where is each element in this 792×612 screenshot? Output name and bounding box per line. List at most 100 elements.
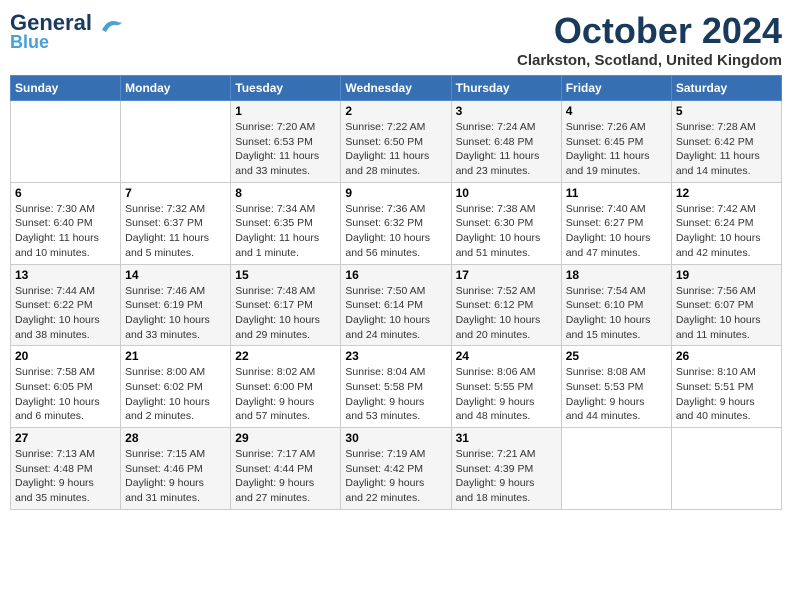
day-info: Sunrise: 7:58 AM Sunset: 6:05 PM Dayligh… xyxy=(15,365,116,424)
day-info: Sunrise: 7:26 AM Sunset: 6:45 PM Dayligh… xyxy=(566,120,667,179)
day-number: 17 xyxy=(456,268,557,282)
day-info: Sunrise: 7:46 AM Sunset: 6:19 PM Dayligh… xyxy=(125,284,226,343)
day-cell: 16Sunrise: 7:50 AM Sunset: 6:14 PM Dayli… xyxy=(341,264,451,346)
day-number: 16 xyxy=(345,268,446,282)
day-info: Sunrise: 8:02 AM Sunset: 6:00 PM Dayligh… xyxy=(235,365,336,424)
day-number: 14 xyxy=(125,268,226,282)
day-info: Sunrise: 7:38 AM Sunset: 6:30 PM Dayligh… xyxy=(456,202,557,261)
day-info: Sunrise: 7:15 AM Sunset: 4:46 PM Dayligh… xyxy=(125,447,226,506)
day-info: Sunrise: 7:42 AM Sunset: 6:24 PM Dayligh… xyxy=(676,202,777,261)
day-cell: 4 Sunrise: 7:26 AM Sunset: 6:45 PM Daylig… xyxy=(561,101,671,183)
day-cell: 2Sunrise: 7:22 AM Sunset: 6:50 PM Daylig… xyxy=(341,101,451,183)
day-info: Sunrise: 7:21 AM Sunset: 4:39 PM Dayligh… xyxy=(456,447,557,506)
week-row-2: 6 Sunrise: 7:30 AM Sunset: 6:40 PM Daylig… xyxy=(11,182,782,264)
day-number: 15 xyxy=(235,268,336,282)
day-info: Sunrise: 7:17 AM Sunset: 4:44 PM Dayligh… xyxy=(235,447,336,506)
day-number: 27 xyxy=(15,431,116,445)
weekday-header-sunday: Sunday xyxy=(11,76,121,101)
day-cell: 25 Sunrise: 8:08 AM Sunset: 5:53 PM Dayli… xyxy=(561,346,671,428)
day-cell: 21Sunrise: 8:00 AM Sunset: 6:02 PM Dayli… xyxy=(121,346,231,428)
weekday-header-thursday: Thursday xyxy=(451,76,561,101)
day-cell xyxy=(671,428,781,510)
weekday-header-friday: Friday xyxy=(561,76,671,101)
day-info: Sunrise: 7:52 AM Sunset: 6:12 PM Dayligh… xyxy=(456,284,557,343)
week-row-3: 13 Sunrise: 7:44 AM Sunset: 6:22 PM Dayli… xyxy=(11,264,782,346)
day-cell: 22Sunrise: 8:02 AM Sunset: 6:00 PM Dayli… xyxy=(231,346,341,428)
logo: General Blue xyxy=(10,10,126,53)
day-number: 10 xyxy=(456,186,557,200)
day-number: 13 xyxy=(15,268,116,282)
day-number: 6 xyxy=(15,186,116,200)
day-number: 11 xyxy=(566,186,667,200)
day-number: 29 xyxy=(235,431,336,445)
day-info: Sunrise: 8:06 AM Sunset: 5:55 PM Dayligh… xyxy=(456,365,557,424)
day-number: 23 xyxy=(345,349,446,363)
day-number: 1 xyxy=(235,104,336,118)
day-info: Sunrise: 7:20 AM Sunset: 6:53 PM Dayligh… xyxy=(235,120,336,179)
day-number: 8 xyxy=(235,186,336,200)
day-number: 7 xyxy=(125,186,226,200)
day-cell: 28 Sunrise: 7:15 AM Sunset: 4:46 PM Dayli… xyxy=(121,428,231,510)
month-title: October 2024 xyxy=(517,10,782,52)
day-cell xyxy=(11,101,121,183)
week-row-5: 27Sunrise: 7:13 AM Sunset: 4:48 PM Dayli… xyxy=(11,428,782,510)
day-cell: 24 Sunrise: 8:06 AM Sunset: 5:55 PM Dayli… xyxy=(451,346,561,428)
day-info: Sunrise: 7:34 AM Sunset: 6:35 PM Dayligh… xyxy=(235,202,336,261)
day-info: Sunrise: 7:36 AM Sunset: 6:32 PM Dayligh… xyxy=(345,202,446,261)
day-cell: 7Sunrise: 7:32 AM Sunset: 6:37 PM Daylig… xyxy=(121,182,231,264)
week-row-1: 1 Sunrise: 7:20 AM Sunset: 6:53 PM Daylig… xyxy=(11,101,782,183)
day-cell: 29 Sunrise: 7:17 AM Sunset: 4:44 PM Dayli… xyxy=(231,428,341,510)
week-row-4: 20 Sunrise: 7:58 AM Sunset: 6:05 PM Dayli… xyxy=(11,346,782,428)
day-number: 20 xyxy=(15,349,116,363)
day-info: Sunrise: 8:04 AM Sunset: 5:58 PM Dayligh… xyxy=(345,365,446,424)
day-cell: 27Sunrise: 7:13 AM Sunset: 4:48 PM Dayli… xyxy=(11,428,121,510)
weekday-header-saturday: Saturday xyxy=(671,76,781,101)
day-number: 12 xyxy=(676,186,777,200)
day-number: 30 xyxy=(345,431,446,445)
day-cell: 6 Sunrise: 7:30 AM Sunset: 6:40 PM Daylig… xyxy=(11,182,121,264)
day-cell: 12 Sunrise: 7:42 AM Sunset: 6:24 PM Dayli… xyxy=(671,182,781,264)
weekday-header-tuesday: Tuesday xyxy=(231,76,341,101)
day-info: Sunrise: 7:30 AM Sunset: 6:40 PM Dayligh… xyxy=(15,202,116,261)
day-cell: 10 Sunrise: 7:38 AM Sunset: 6:30 PM Dayli… xyxy=(451,182,561,264)
day-number: 26 xyxy=(676,349,777,363)
day-number: 3 xyxy=(456,104,557,118)
day-number: 25 xyxy=(566,349,667,363)
day-info: Sunrise: 8:10 AM Sunset: 5:51 PM Dayligh… xyxy=(676,365,777,424)
day-number: 5 xyxy=(676,104,777,118)
day-number: 19 xyxy=(676,268,777,282)
title-block: October 2024 Clarkston, Scotland, United… xyxy=(517,10,782,69)
day-cell: 15 Sunrise: 7:48 AM Sunset: 6:17 PM Dayli… xyxy=(231,264,341,346)
day-cell: 13 Sunrise: 7:44 AM Sunset: 6:22 PM Dayli… xyxy=(11,264,121,346)
day-cell: 1 Sunrise: 7:20 AM Sunset: 6:53 PM Daylig… xyxy=(231,101,341,183)
day-cell: 31Sunrise: 7:21 AM Sunset: 4:39 PM Dayli… xyxy=(451,428,561,510)
weekday-header-monday: Monday xyxy=(121,76,231,101)
day-info: Sunrise: 7:44 AM Sunset: 6:22 PM Dayligh… xyxy=(15,284,116,343)
day-cell: 3 Sunrise: 7:24 AM Sunset: 6:48 PM Daylig… xyxy=(451,101,561,183)
day-info: Sunrise: 7:48 AM Sunset: 6:17 PM Dayligh… xyxy=(235,284,336,343)
day-cell: 18Sunrise: 7:54 AM Sunset: 6:10 PM Dayli… xyxy=(561,264,671,346)
day-info: Sunrise: 7:19 AM Sunset: 4:42 PM Dayligh… xyxy=(345,447,446,506)
day-cell xyxy=(121,101,231,183)
bird-icon xyxy=(98,16,126,36)
day-info: Sunrise: 7:28 AM Sunset: 6:42 PM Dayligh… xyxy=(676,120,777,179)
day-cell: 20 Sunrise: 7:58 AM Sunset: 6:05 PM Dayli… xyxy=(11,346,121,428)
page-header: General Blue October 2024 Clarkston, Sco… xyxy=(10,10,782,69)
weekday-header-row: SundayMondayTuesdayWednesdayThursdayFrid… xyxy=(11,76,782,101)
day-number: 4 xyxy=(566,104,667,118)
day-cell: 26 Sunrise: 8:10 AM Sunset: 5:51 PM Dayli… xyxy=(671,346,781,428)
weekday-header-wednesday: Wednesday xyxy=(341,76,451,101)
day-cell: 23 Sunrise: 8:04 AM Sunset: 5:58 PM Dayli… xyxy=(341,346,451,428)
day-cell: 17 Sunrise: 7:52 AM Sunset: 6:12 PM Dayli… xyxy=(451,264,561,346)
day-cell: 5 Sunrise: 7:28 AM Sunset: 6:42 PM Daylig… xyxy=(671,101,781,183)
day-number: 24 xyxy=(456,349,557,363)
day-info: Sunrise: 7:56 AM Sunset: 6:07 PM Dayligh… xyxy=(676,284,777,343)
day-info: Sunrise: 7:54 AM Sunset: 6:10 PM Dayligh… xyxy=(566,284,667,343)
day-info: Sunrise: 7:40 AM Sunset: 6:27 PM Dayligh… xyxy=(566,202,667,261)
day-info: Sunrise: 7:24 AM Sunset: 6:48 PM Dayligh… xyxy=(456,120,557,179)
day-number: 21 xyxy=(125,349,226,363)
day-cell: 9Sunrise: 7:36 AM Sunset: 6:32 PM Daylig… xyxy=(341,182,451,264)
day-number: 28 xyxy=(125,431,226,445)
day-cell: 14 Sunrise: 7:46 AM Sunset: 6:19 PM Dayli… xyxy=(121,264,231,346)
day-info: Sunrise: 8:08 AM Sunset: 5:53 PM Dayligh… xyxy=(566,365,667,424)
